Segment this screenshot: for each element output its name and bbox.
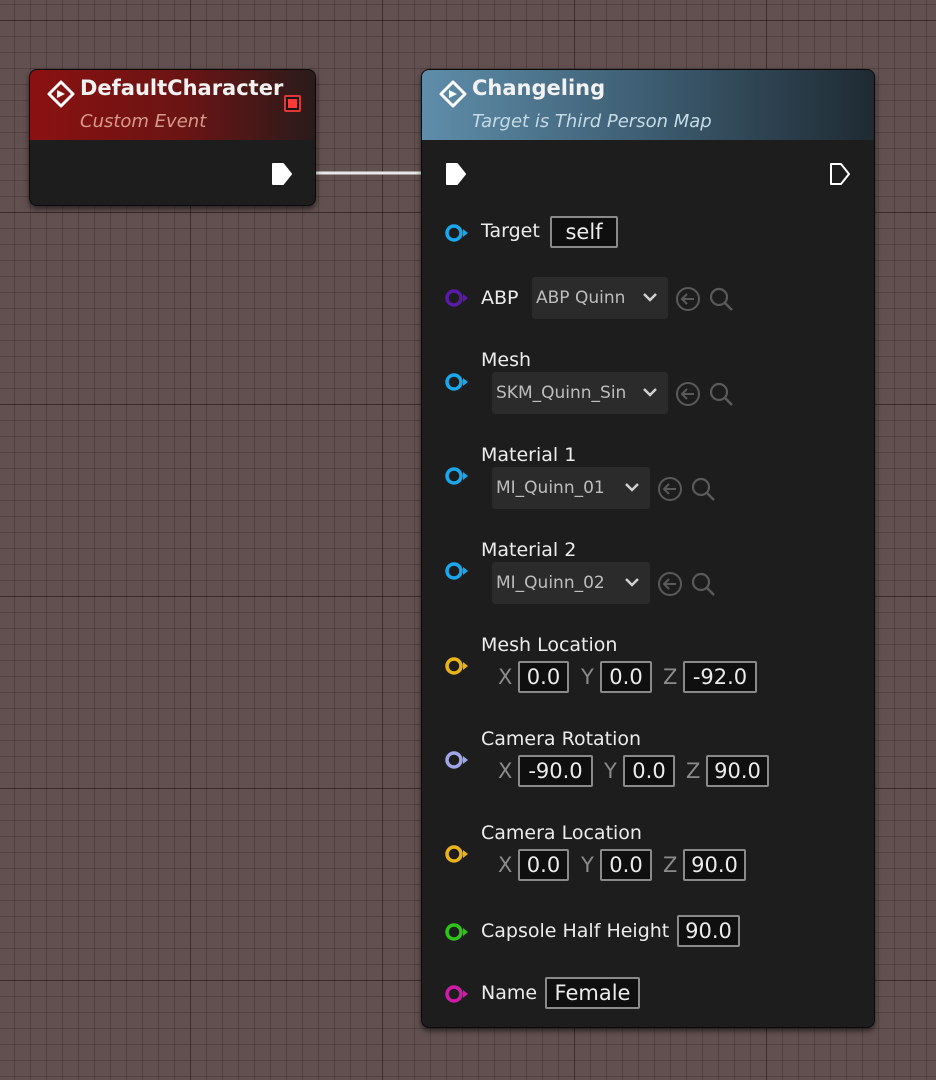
camera-rotation-x-field[interactable]: -90.0 [518, 755, 593, 787]
material2-pin[interactable] [444, 561, 470, 581]
capsule-half-height-field[interactable]: 90.0 [677, 915, 740, 947]
event-node-header: DefaultCharacter Custom Event [30, 70, 315, 140]
target-label: Target [481, 220, 540, 242]
axis-x-label: X [498, 759, 513, 783]
event-node-title: DefaultCharacter [80, 76, 284, 100]
browse-search-icon[interactable] [708, 381, 734, 407]
capsule-half-height-pin[interactable] [444, 922, 470, 942]
abp-asset-dropdown[interactable]: ABP Quinn [532, 277, 668, 319]
mesh-location-y-field[interactable]: 0.0 [600, 661, 652, 693]
browse-search-icon[interactable] [690, 476, 716, 502]
axis-y-label: Y [581, 853, 594, 877]
exec-out-pin[interactable] [829, 162, 851, 186]
use-selected-asset-icon[interactable] [675, 381, 701, 407]
mesh-asset-value: SKM_Quinn_Sin [496, 383, 627, 403]
material1-label: Material 1 [481, 444, 577, 466]
camera-location-pin[interactable] [444, 844, 470, 864]
browse-search-icon[interactable] [708, 286, 734, 312]
camera-location-x-field[interactable]: 0.0 [518, 849, 569, 881]
axis-x-label: X [498, 853, 513, 877]
mesh-location-pin[interactable] [444, 656, 470, 676]
function-node-title: Changeling [472, 76, 606, 100]
axis-z-label: Z [686, 759, 701, 783]
mesh-label: Mesh [481, 349, 532, 371]
custom-event-node[interactable]: DefaultCharacter Custom Event [29, 69, 316, 206]
material1-pin[interactable] [444, 466, 470, 486]
capsule-half-height-label: Capsole Half Height [481, 920, 670, 942]
mesh-asset-dropdown[interactable]: SKM_Quinn_Sin [492, 372, 668, 414]
name-label: Name [481, 982, 538, 1004]
mesh-location-label: Mesh Location [481, 634, 618, 656]
camera-rotation-y-field[interactable]: 0.0 [623, 755, 675, 787]
event-diamond-icon [47, 80, 75, 108]
axis-z-label: Z [663, 853, 678, 877]
use-selected-asset-icon[interactable] [657, 476, 683, 502]
chevron-down-icon [643, 388, 657, 397]
name-field[interactable]: Female [545, 977, 640, 1009]
target-pin[interactable] [444, 223, 470, 243]
camera-rotation-pin[interactable] [444, 750, 470, 770]
material1-asset-value: MI_Quinn_01 [496, 478, 605, 498]
camera-location-z-field[interactable]: 90.0 [683, 849, 746, 881]
chevron-down-icon [625, 578, 639, 587]
function-node-header: Changeling Target is Third Person Map [422, 70, 874, 140]
target-field[interactable]: self [550, 216, 618, 248]
mesh-location-z-field[interactable]: -92.0 [683, 661, 757, 693]
mesh-location-x-field[interactable]: 0.0 [518, 661, 569, 693]
chevron-down-icon [643, 293, 657, 302]
camera-location-label: Camera Location [481, 822, 642, 844]
axis-z-label: Z [663, 665, 678, 689]
browse-search-icon[interactable] [690, 571, 716, 597]
exec-in-pin[interactable] [445, 162, 467, 186]
axis-y-label: Y [581, 665, 594, 689]
changeling-function-node[interactable]: Changeling Target is Third Person Map Ta… [421, 69, 875, 1028]
material2-asset-value: MI_Quinn_02 [496, 573, 605, 593]
axis-x-label: X [498, 665, 513, 689]
replicated-badge-icon [284, 95, 301, 112]
function-node-subtitle: Target is Third Person Map [472, 111, 712, 132]
event-exec-out-pin[interactable] [271, 162, 293, 186]
function-diamond-icon [439, 80, 467, 108]
abp-label: ABP [481, 287, 519, 309]
material1-asset-dropdown[interactable]: MI_Quinn_01 [492, 467, 650, 509]
abp-asset-value: ABP Quinn [536, 288, 626, 308]
axis-y-label: Y [604, 759, 617, 783]
material2-label: Material 2 [481, 539, 577, 561]
camera-rotation-label: Camera Rotation [481, 728, 642, 750]
camera-rotation-z-field[interactable]: 90.0 [706, 755, 769, 787]
abp-pin[interactable] [444, 288, 470, 308]
use-selected-asset-icon[interactable] [657, 571, 683, 597]
material2-asset-dropdown[interactable]: MI_Quinn_02 [492, 562, 650, 604]
chevron-down-icon [625, 483, 639, 492]
mesh-pin[interactable] [444, 372, 470, 392]
use-selected-asset-icon[interactable] [675, 286, 701, 312]
event-node-subtitle: Custom Event [80, 111, 207, 132]
camera-location-y-field[interactable]: 0.0 [600, 849, 652, 881]
name-pin[interactable] [444, 984, 470, 1004]
